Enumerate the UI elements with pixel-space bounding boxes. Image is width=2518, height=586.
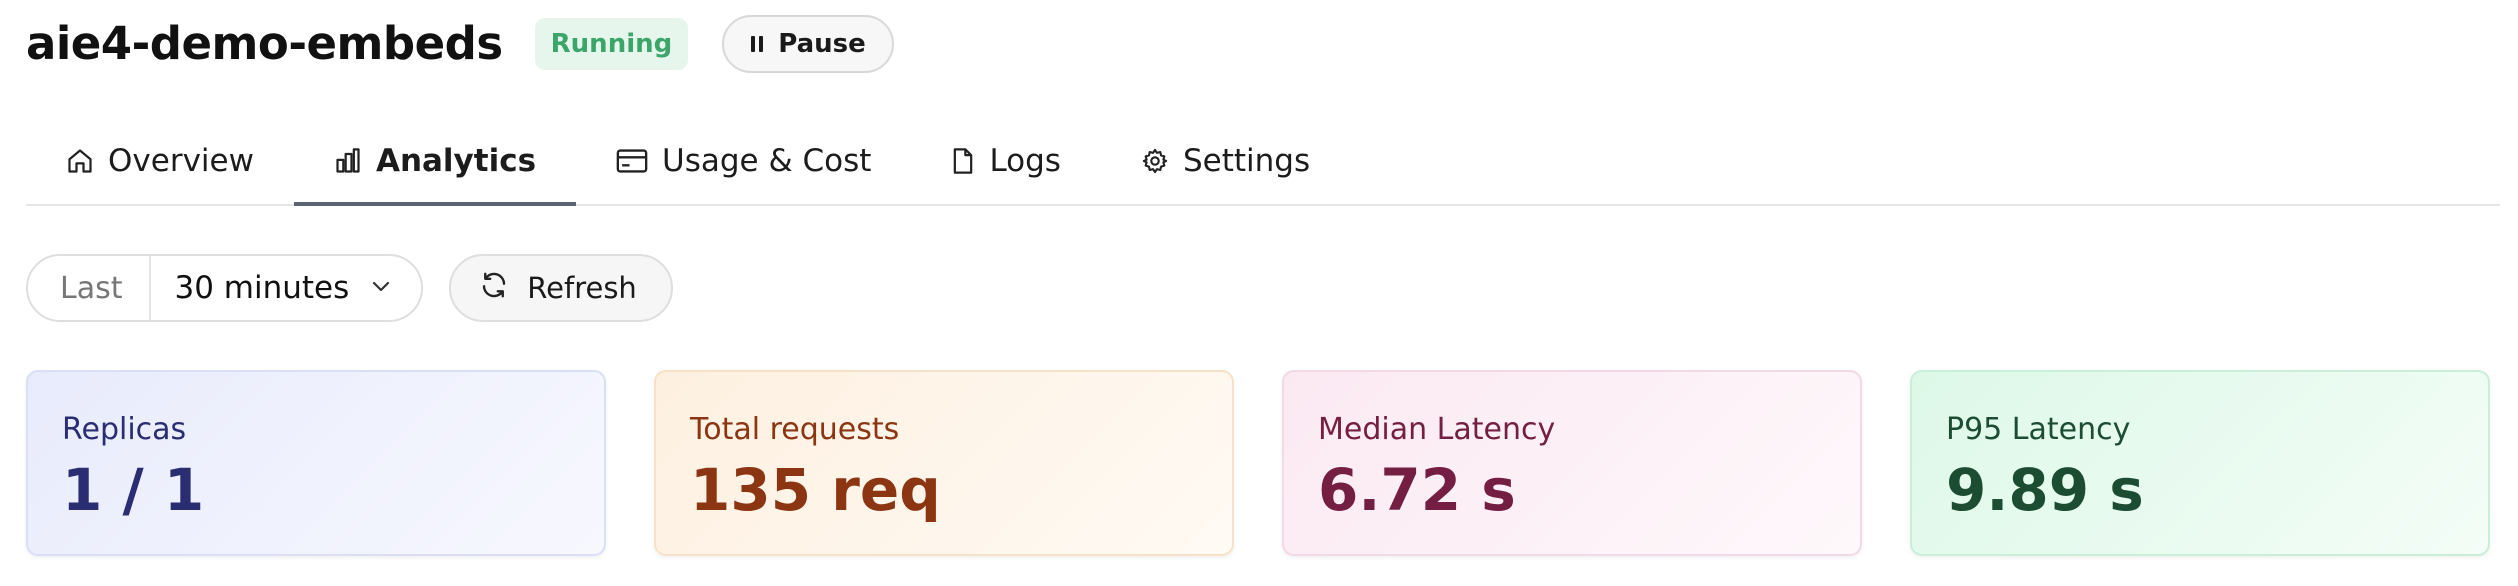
metric-label: P95 Latency [1946,412,2131,447]
time-range-prefix: Last [28,256,151,320]
page-header: aie4-demo-embeds Running Pause [26,14,894,74]
metric-card-replicas: Replicas 1 / 1 [26,370,606,556]
tab-logs-label: Logs [989,143,1061,179]
metric-label: Total requests [690,412,900,447]
metric-value: 6.72 s [1318,456,1516,524]
chevron-down-icon [369,270,393,306]
refresh-button-label: Refresh [527,271,637,305]
time-range-select[interactable]: Last 30 minutes [26,254,424,322]
tab-analytics[interactable]: Analytics [293,118,577,206]
time-range-dropdown[interactable]: 30 minutes [151,270,422,306]
home-icon [66,147,94,175]
tab-analytics-label: Analytics [375,143,537,179]
analytics-page: aie4-demo-embeds Running Pause Overview [0,0,2518,586]
metric-label: Median Latency [1318,412,1556,447]
metric-cards: Replicas 1 / 1 Total requests 135 req Me… [26,370,2490,556]
pause-button-label: Pause [778,29,866,59]
tab-logs[interactable]: Logs [911,118,1101,204]
tab-settings[interactable]: Settings [1101,118,1350,204]
tab-usage-cost[interactable]: Usage & Cost [576,118,911,204]
pause-button[interactable]: Pause [722,15,894,73]
metric-card-median-latency: Median Latency 6.72 s [1282,370,1862,556]
refresh-icon [479,270,509,307]
pause-icon [750,35,764,53]
metric-label: Replicas [62,412,187,447]
credit-card-icon [616,147,648,175]
tab-overview-label: Overview [108,143,254,179]
tab-bar: Overview Analytics Usage & Cost Logs Set… [26,118,2500,206]
metric-card-p95-latency: P95 Latency 9.89 s [1910,370,2490,556]
metric-value: 1 / 1 [62,456,205,524]
metric-value: 9.89 s [1946,456,2144,524]
tab-overview[interactable]: Overview [26,118,294,204]
tab-usage-cost-label: Usage & Cost [662,143,872,179]
page-title: aie4-demo-embeds [26,17,503,70]
metric-card-total-requests: Total requests 135 req [654,370,1234,556]
bar-chart-icon [334,147,362,175]
status-badge: Running [534,18,689,70]
document-icon [951,147,975,175]
time-range-value: 30 minutes [174,270,350,306]
analytics-controls: Last 30 minutes Refresh [26,254,673,322]
metric-value: 135 req [690,456,941,524]
gear-icon [1141,147,1169,175]
refresh-button[interactable]: Refresh [449,254,673,322]
tab-settings-label: Settings [1182,143,1311,179]
